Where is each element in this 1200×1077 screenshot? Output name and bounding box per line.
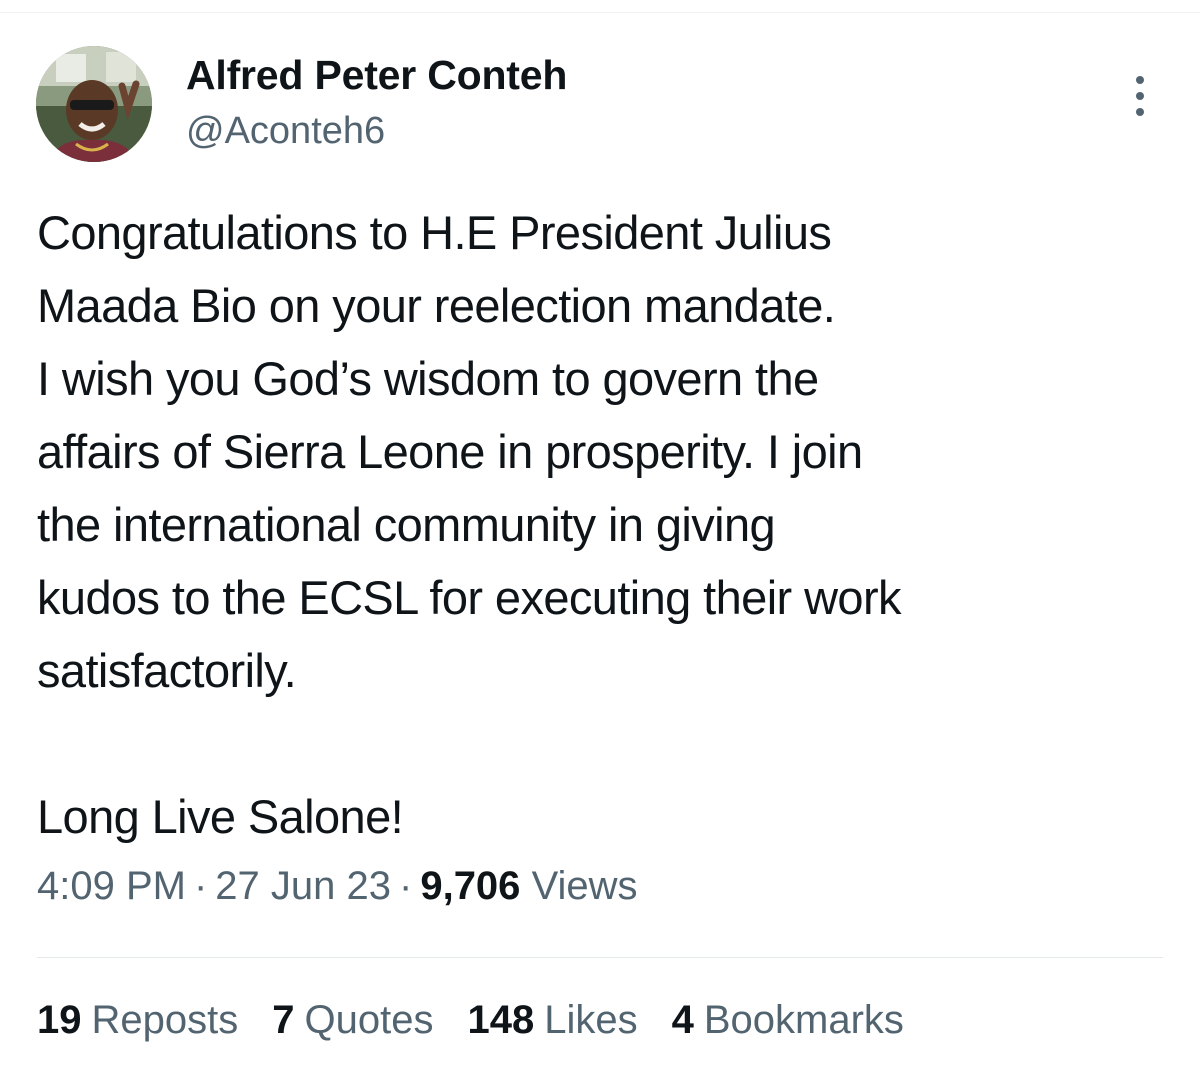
more-vertical-icon xyxy=(1136,76,1144,116)
quotes-count: 7 xyxy=(272,998,295,1042)
author-display-name[interactable]: Alfred Peter Conteh xyxy=(186,52,567,99)
likes-label: Likes xyxy=(544,998,638,1042)
likes-count: 148 xyxy=(467,998,535,1042)
tweet-line: I wish you God’s wisdom to govern the xyxy=(37,352,819,405)
quotes-label: Quotes xyxy=(304,998,434,1042)
stats-divider xyxy=(37,957,1163,958)
bookmarks-label: Bookmarks xyxy=(703,998,904,1042)
tweet-line: affairs of Sierra Leone in prosperity. I… xyxy=(37,425,863,478)
meta-separator: · xyxy=(193,864,208,908)
meta-separator: · xyxy=(399,864,413,908)
tweet-date[interactable]: 27 Jun 23 xyxy=(215,864,391,908)
engagement-stats: 19 Reposts 7 Quotes 148 Likes 4 Bookmarks xyxy=(37,998,938,1043)
tweet-line: the international community in giving xyxy=(37,498,776,551)
tweet-text: Congratulations to H.E President Julius … xyxy=(37,196,1177,853)
likes-stat[interactable]: 148 Likes xyxy=(467,998,637,1043)
bookmarks-count: 4 xyxy=(671,998,694,1042)
views-count: 9,706 xyxy=(420,864,521,908)
reposts-stat[interactable]: 19 Reposts xyxy=(37,998,238,1043)
reposts-label: Reposts xyxy=(91,998,239,1042)
tweet-line: satisfactorily. xyxy=(37,644,297,697)
tweet-line: Maada Bio on your reelection mandate. xyxy=(37,279,836,332)
quotes-stat[interactable]: 7 Quotes xyxy=(272,998,433,1043)
tweet-meta: 4:09 PM · 27 Jun 23 · 9,706 Views xyxy=(37,864,638,909)
tweet-line: Congratulations to H.E President Julius xyxy=(37,206,832,259)
more-options-button[interactable] xyxy=(1118,70,1162,122)
top-divider xyxy=(0,12,1200,13)
tweet-time[interactable]: 4:09 PM xyxy=(37,864,186,908)
avatar[interactable] xyxy=(36,46,152,162)
tweet-line: kudos to the ECSL for executing their wo… xyxy=(37,571,902,624)
views-label: Views xyxy=(531,864,638,908)
author-handle[interactable]: @Aconteh6 xyxy=(186,110,385,153)
bookmarks-stat[interactable]: 4 Bookmarks xyxy=(672,998,904,1043)
tweet-line: Long Live Salone! xyxy=(37,790,404,843)
reposts-count: 19 xyxy=(37,998,82,1042)
